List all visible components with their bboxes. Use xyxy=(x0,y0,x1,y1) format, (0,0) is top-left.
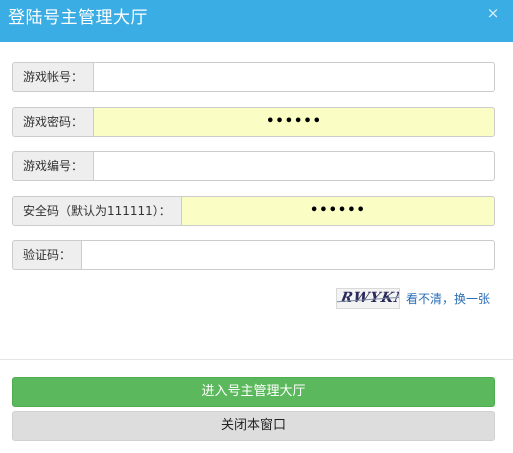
close-window-button[interactable]: 关闭本窗口 xyxy=(12,411,495,441)
captcha-image[interactable]: RWYKM xyxy=(336,287,400,309)
login-dialog: 登陆号主管理大厅 × 游戏帐号： 游戏密码： •••••• 游戏编号： 安全码（… xyxy=(0,0,513,453)
game-password-label: 游戏密码： xyxy=(12,107,94,137)
security-code-label: 安全码（默认为111111）： xyxy=(12,196,181,226)
game-password-input[interactable]: •••••• xyxy=(93,107,495,137)
close-icon[interactable]: × xyxy=(485,4,501,22)
security-code-row: 安全码（默认为111111）： •••••• xyxy=(12,196,495,226)
captcha-row: 验证码： xyxy=(12,240,495,270)
game-account-row: 游戏帐号： xyxy=(12,62,495,92)
dialog-title: 登陆号主管理大厅 xyxy=(8,8,148,28)
security-code-input[interactable]: •••••• xyxy=(180,196,495,226)
captcha-label: 验证码： xyxy=(12,240,82,270)
captcha-input[interactable] xyxy=(81,240,495,270)
captcha-area: RWYKM 看不清，换一张 xyxy=(336,287,490,309)
game-number-input[interactable] xyxy=(93,151,495,181)
enter-management-button[interactable]: 进入号主管理大厅 xyxy=(12,377,495,407)
game-number-row: 游戏编号： xyxy=(12,151,495,181)
game-account-label: 游戏帐号： xyxy=(12,62,94,92)
refresh-captcha-link[interactable]: 看不清，换一张 xyxy=(406,290,490,307)
footer-divider xyxy=(0,359,513,360)
game-password-row: 游戏密码： •••••• xyxy=(12,107,495,137)
dialog-titlebar: 登陆号主管理大厅 × xyxy=(0,0,513,42)
game-account-input[interactable] xyxy=(93,62,495,92)
game-number-label: 游戏编号： xyxy=(12,151,94,181)
